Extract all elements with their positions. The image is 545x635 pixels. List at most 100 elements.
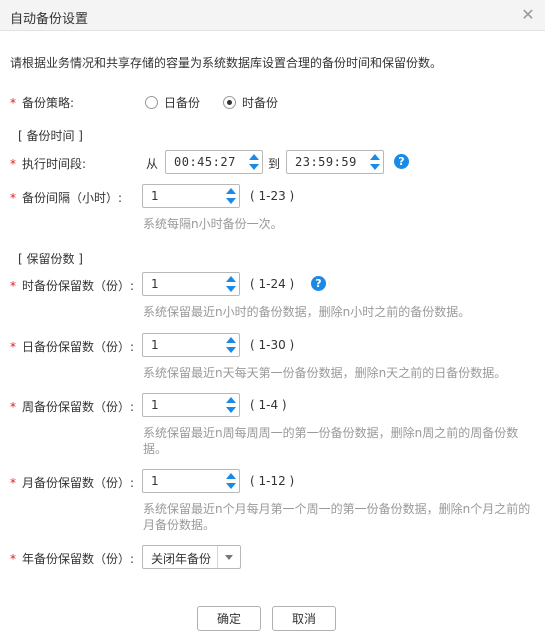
decrement-icon[interactable] bbox=[226, 347, 236, 353]
interval-spinner[interactable] bbox=[226, 187, 236, 205]
exec-time-row: * 执行时间段: 从 00:45:27 到 23:59:59 ? bbox=[0, 150, 545, 176]
auto-backup-dialog: 自动备份设置 ✕ 请根据业务情况和共享存储的容量为系统数据库设置合理的备份时间和… bbox=[0, 0, 545, 635]
increment-icon[interactable] bbox=[370, 154, 380, 160]
start-time-value: 00:45:27 bbox=[174, 155, 236, 169]
interval-range: ( 1-23 ) bbox=[250, 189, 295, 203]
month-keep-label: * 月备份保留数（份）: bbox=[10, 474, 134, 491]
decrement-icon[interactable] bbox=[226, 483, 236, 489]
help-icon[interactable]: ? bbox=[394, 154, 409, 169]
day-keep-spinner[interactable] bbox=[226, 336, 236, 354]
year-keep-select[interactable]: 关闭年备份 bbox=[142, 545, 241, 569]
section-backup-time: [ 备份时间 ] bbox=[18, 129, 83, 143]
increment-icon[interactable] bbox=[226, 276, 236, 282]
decrement-icon[interactable] bbox=[226, 198, 236, 204]
required-mark: * bbox=[10, 96, 16, 110]
decrement-icon[interactable] bbox=[226, 286, 236, 292]
increment-icon[interactable] bbox=[226, 337, 236, 343]
decrement-icon[interactable] bbox=[370, 164, 380, 170]
day-keep-hint: 系统保留最近n天每天第一份备份数据，删除n天之前的日备份数据。 bbox=[143, 366, 507, 380]
required-mark: * bbox=[10, 279, 16, 293]
day-keep-range: ( 1-30 ) bbox=[250, 338, 295, 352]
select-divider bbox=[217, 546, 218, 568]
increment-icon[interactable] bbox=[249, 154, 259, 160]
interval-value: 1 bbox=[151, 189, 159, 203]
dialog-description: 请根据业务情况和共享存储的容量为系统数据库设置合理的备份时间和保留份数。 bbox=[10, 56, 443, 70]
year-keep-row: * 年备份保留数（份）: 关闭年备份 bbox=[0, 545, 545, 571]
start-time-input[interactable]: 00:45:27 bbox=[165, 150, 263, 174]
policy-hourly-label: 时备份 bbox=[242, 96, 279, 110]
hour-keep-range: ( 1-24 ) bbox=[250, 277, 295, 291]
exec-time-label: * 执行时间段: bbox=[10, 155, 86, 172]
ok-button[interactable]: 确定 bbox=[197, 606, 261, 631]
required-mark: * bbox=[10, 157, 16, 171]
increment-icon[interactable] bbox=[226, 473, 236, 479]
hour-keep-row: * 时备份保留数（份）: 1 ( 1-24 ) ? bbox=[0, 272, 545, 298]
radio-dot-daily bbox=[145, 96, 158, 109]
required-mark: * bbox=[10, 340, 16, 354]
day-keep-label-text: 日备份保留数（份）: bbox=[22, 340, 135, 354]
interval-row: * 备份间隔（小时）: 1 ( 1-23 ) bbox=[0, 184, 545, 210]
hour-keep-spinner[interactable] bbox=[226, 275, 236, 293]
end-time-spinner[interactable] bbox=[370, 153, 380, 171]
week-keep-range: ( 1-4 ) bbox=[250, 398, 287, 412]
chevron-down-icon[interactable] bbox=[225, 555, 233, 560]
policy-daily-radio[interactable]: 日备份 bbox=[145, 94, 200, 111]
year-keep-label: * 年备份保留数（份）: bbox=[10, 550, 134, 567]
interval-input[interactable]: 1 bbox=[142, 184, 240, 208]
interval-label-text: 备份间隔（小时）: bbox=[22, 191, 123, 205]
required-mark: * bbox=[10, 552, 16, 566]
month-keep-range: ( 1-12 ) bbox=[250, 474, 295, 488]
from-label: 从 bbox=[146, 157, 159, 171]
day-keep-label: * 日备份保留数（份）: bbox=[10, 338, 134, 355]
week-keep-value: 1 bbox=[151, 398, 159, 412]
decrement-icon[interactable] bbox=[249, 164, 259, 170]
help-icon[interactable]: ? bbox=[311, 276, 326, 291]
hour-keep-hint: 系统保留最近n小时的备份数据，删除n小时之前的备份数据。 bbox=[143, 305, 471, 319]
end-time-input[interactable]: 23:59:59 bbox=[286, 150, 384, 174]
required-mark: * bbox=[10, 476, 16, 490]
hour-keep-label: * 时备份保留数（份）: bbox=[10, 277, 134, 294]
close-icon[interactable]: ✕ bbox=[519, 6, 537, 24]
month-keep-input[interactable]: 1 bbox=[142, 469, 240, 493]
week-keep-input[interactable]: 1 bbox=[142, 393, 240, 417]
day-keep-row: * 日备份保留数（份）: 1 ( 1-30 ) bbox=[0, 333, 545, 359]
month-keep-value: 1 bbox=[151, 474, 159, 488]
year-keep-selected: 关闭年备份 bbox=[151, 552, 212, 566]
required-mark: * bbox=[10, 191, 16, 205]
day-keep-input[interactable]: 1 bbox=[142, 333, 240, 357]
year-keep-label-text: 年备份保留数（份）: bbox=[22, 552, 135, 566]
day-keep-value: 1 bbox=[151, 338, 159, 352]
hour-keep-value: 1 bbox=[151, 277, 159, 291]
start-time-spinner[interactable] bbox=[249, 153, 259, 171]
month-keep-hint: 系统保留最近n个月每月第一个周一的第一份备份数据，删除n个月之前的月备份数据。 bbox=[143, 502, 531, 532]
month-keep-spinner[interactable] bbox=[226, 472, 236, 490]
end-time-value: 23:59:59 bbox=[295, 155, 357, 169]
radio-dot-hourly bbox=[223, 96, 236, 109]
policy-label: * 备份策略: bbox=[10, 94, 74, 111]
interval-hint: 系统每隔n小时备份一次。 bbox=[143, 217, 283, 231]
policy-row: * 备份策略: 日备份 时备份 bbox=[0, 89, 545, 115]
month-keep-row: * 月备份保留数（份）: 1 ( 1-12 ) bbox=[0, 469, 545, 495]
hour-keep-input[interactable]: 1 bbox=[142, 272, 240, 296]
cancel-button[interactable]: 取消 bbox=[272, 606, 336, 631]
exec-time-label-text: 执行时间段: bbox=[22, 157, 87, 171]
increment-icon[interactable] bbox=[226, 188, 236, 194]
decrement-icon[interactable] bbox=[226, 407, 236, 413]
section-retention: [ 保留份数 ] bbox=[18, 252, 83, 266]
hour-keep-label-text: 时备份保留数（份）: bbox=[22, 279, 135, 293]
interval-label: * 备份间隔（小时）: bbox=[10, 189, 122, 206]
week-keep-label-text: 周备份保留数（份）: bbox=[22, 400, 135, 414]
increment-icon[interactable] bbox=[226, 397, 236, 403]
week-keep-row: * 周备份保留数（份）: 1 ( 1-4 ) bbox=[0, 393, 545, 419]
to-label: 到 bbox=[268, 157, 281, 171]
week-keep-hint: 系统保留最近n周每周周一的第一份备份数据，删除n周之前的周备份数据。 bbox=[143, 426, 519, 456]
policy-hourly-radio[interactable]: 时备份 bbox=[223, 94, 278, 111]
required-mark: * bbox=[10, 400, 16, 414]
policy-daily-label: 日备份 bbox=[164, 96, 201, 110]
month-keep-label-text: 月备份保留数（份）: bbox=[22, 476, 135, 490]
dialog-titlebar: 自动备份设置 ✕ bbox=[0, 0, 545, 31]
week-keep-spinner[interactable] bbox=[226, 396, 236, 414]
week-keep-label: * 周备份保留数（份）: bbox=[10, 398, 134, 415]
policy-label-text: 备份策略: bbox=[22, 96, 75, 110]
dialog-title: 自动备份设置 bbox=[10, 12, 89, 27]
